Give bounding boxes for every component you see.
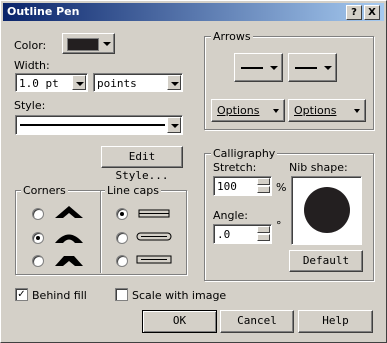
line-cap-styles-icon bbox=[136, 209, 172, 264]
corner-bevel-radio[interactable] bbox=[32, 255, 44, 267]
angle-spinner[interactable]: .0 bbox=[213, 224, 272, 244]
calligraphy-label: Calligraphy bbox=[211, 147, 278, 160]
behind-fill-label: Behind fill bbox=[32, 289, 87, 302]
solid-line-preview bbox=[20, 124, 165, 126]
chevron-down-icon bbox=[354, 109, 360, 113]
line-style-select[interactable] bbox=[15, 115, 183, 135]
stretch-label: Stretch: bbox=[213, 161, 257, 174]
corner-round-radio[interactable] bbox=[32, 232, 44, 244]
edit-style-button[interactable]: Edit Style... bbox=[101, 146, 183, 182]
nib-shape-label: Nib shape: bbox=[289, 161, 348, 174]
nib-shape-preview[interactable] bbox=[291, 176, 362, 245]
options-label: Options bbox=[294, 104, 337, 117]
line-caps-label: Line caps bbox=[105, 184, 161, 197]
chevron-down-icon bbox=[171, 82, 179, 86]
chevron-down-icon bbox=[270, 66, 278, 70]
cap-butt-radio[interactable] bbox=[116, 208, 128, 220]
start-arrow-select[interactable] bbox=[234, 53, 283, 82]
corners-label: Corners bbox=[21, 184, 68, 197]
dropdown-button[interactable] bbox=[167, 75, 181, 90]
ok-button[interactable]: OK bbox=[142, 310, 217, 333]
dropdown-button[interactable] bbox=[72, 75, 86, 90]
chevron-down-icon bbox=[76, 82, 84, 86]
nib-circle bbox=[304, 187, 350, 233]
color-label: Color: bbox=[14, 39, 47, 52]
end-arrow-options-button[interactable]: Options bbox=[288, 99, 366, 122]
spin-up-button[interactable] bbox=[257, 226, 270, 233]
close-button[interactable]: X bbox=[364, 5, 380, 20]
units-value: points bbox=[97, 77, 137, 90]
color-picker-button[interactable] bbox=[62, 33, 115, 54]
cap-round-radio[interactable] bbox=[116, 232, 128, 244]
style-label: Style: bbox=[14, 99, 46, 112]
spin-down-button[interactable] bbox=[257, 234, 270, 241]
help-button[interactable]: Help bbox=[298, 310, 373, 333]
options-label: Options bbox=[217, 104, 260, 117]
scale-with-image-label: Scale with image bbox=[132, 289, 227, 302]
stretch-value: 100 bbox=[217, 180, 237, 193]
stretch-spinner[interactable]: 100 bbox=[213, 176, 272, 196]
width-label: Width: bbox=[14, 59, 50, 72]
start-arrow-options-button[interactable]: Options bbox=[211, 99, 285, 122]
corner-miter-radio[interactable] bbox=[32, 208, 44, 220]
dropdown-arrow-icon bbox=[103, 42, 111, 46]
angle-unit: ° bbox=[276, 219, 282, 232]
help-title-button[interactable]: ? bbox=[346, 5, 362, 20]
stretch-unit: % bbox=[276, 181, 287, 194]
default-button[interactable]: Default bbox=[289, 250, 363, 272]
angle-value: .0 bbox=[217, 228, 231, 241]
line-icon bbox=[241, 67, 263, 69]
units-select[interactable]: points bbox=[93, 73, 183, 92]
cap-square-radio[interactable] bbox=[116, 255, 128, 267]
behind-fill-checkbox[interactable]: ✓ bbox=[15, 288, 28, 301]
outline-pen-dialog: Outline Pen ? X Color: Width: 1.0 pt poi… bbox=[0, 0, 387, 343]
end-arrow-select[interactable] bbox=[288, 53, 337, 82]
spin-down-button[interactable] bbox=[257, 186, 270, 193]
arrows-label: Arrows bbox=[211, 30, 253, 43]
chevron-down-icon bbox=[171, 124, 179, 128]
dropdown-button[interactable] bbox=[167, 117, 181, 133]
dialog-title: Outline Pen bbox=[7, 5, 80, 18]
width-value: 1.0 pt bbox=[19, 77, 59, 90]
spin-up-button[interactable] bbox=[257, 178, 270, 185]
width-select[interactable]: 1.0 pt bbox=[15, 73, 88, 92]
color-swatch bbox=[67, 38, 99, 51]
group-divider bbox=[100, 191, 101, 273]
chevron-down-icon bbox=[273, 109, 279, 113]
angle-label: Angle: bbox=[213, 209, 249, 222]
line-icon bbox=[295, 67, 317, 69]
scale-with-image-checkbox[interactable] bbox=[115, 288, 128, 301]
title-bar: Outline Pen ? X bbox=[3, 3, 384, 21]
cancel-button[interactable]: Cancel bbox=[220, 310, 294, 333]
chevron-down-icon bbox=[324, 66, 332, 70]
corner-styles-icon bbox=[55, 206, 83, 266]
